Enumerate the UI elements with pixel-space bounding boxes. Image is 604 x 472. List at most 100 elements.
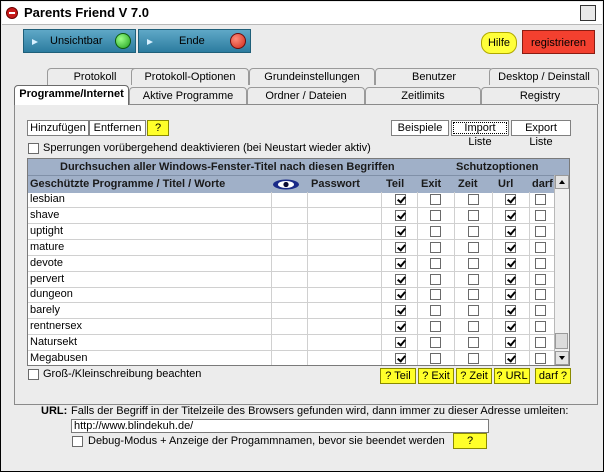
row-darf-checkbox[interactable] — [535, 257, 546, 269]
row-url-checkbox[interactable] — [505, 353, 516, 364]
debug-mode-checkbox[interactable] — [72, 436, 83, 447]
table-row[interactable]: devote — [28, 256, 569, 272]
row-darf-checkbox[interactable] — [535, 321, 546, 333]
row-darf-checkbox[interactable] — [535, 225, 546, 237]
help-url-button[interactable]: ? URL — [494, 368, 530, 384]
row-darf-checkbox[interactable] — [535, 241, 546, 253]
row-teil-checkbox[interactable] — [395, 225, 406, 237]
col-zeit[interactable]: Zeit — [458, 178, 478, 190]
tab-ordner-dateien[interactable]: Ordner / Dateien — [247, 87, 365, 104]
row-exit-checkbox[interactable] — [430, 305, 441, 317]
table-row[interactable]: dungeon — [28, 287, 569, 304]
row-teil-checkbox[interactable] — [395, 321, 406, 333]
col-name[interactable]: Geschützte Programme / Titel / Worte — [30, 178, 225, 190]
help-darf-button[interactable]: darf ? — [535, 368, 571, 384]
tab-grundeinstellungen[interactable]: Grundeinstellungen — [249, 68, 375, 85]
row-darf-checkbox[interactable] — [535, 209, 546, 221]
row-url-checkbox[interactable] — [505, 257, 516, 269]
row-url-checkbox[interactable] — [505, 337, 516, 349]
col-password[interactable]: Passwort — [311, 178, 360, 190]
row-zeit-checkbox[interactable] — [468, 257, 479, 269]
row-zeit-checkbox[interactable] — [468, 353, 479, 364]
row-teil-checkbox[interactable] — [395, 209, 406, 221]
deactivate-checkbox[interactable] — [28, 143, 39, 154]
table-row[interactable]: pervert — [28, 272, 569, 288]
row-darf-checkbox[interactable] — [535, 194, 546, 205]
register-button[interactable]: registrieren — [522, 30, 595, 54]
case-sensitive-checkbox[interactable] — [28, 369, 39, 380]
scroll-up-icon[interactable] — [555, 175, 569, 189]
examples-button[interactable]: Beispiele — [391, 120, 449, 136]
tab-desktop-deinstall[interactable]: Desktop / Deinstall — [489, 68, 599, 85]
row-teil-checkbox[interactable] — [395, 337, 406, 349]
row-url-checkbox[interactable] — [505, 225, 516, 237]
row-url-checkbox[interactable] — [505, 194, 516, 205]
tab-protokoll[interactable]: Protokoll — [47, 68, 143, 85]
col-url[interactable]: Url — [498, 178, 513, 190]
row-url-checkbox[interactable] — [505, 321, 516, 333]
col-teil[interactable]: Teil — [386, 178, 404, 190]
close-button[interactable] — [580, 5, 596, 21]
row-zeit-checkbox[interactable] — [468, 273, 479, 285]
row-darf-checkbox[interactable] — [535, 337, 546, 349]
tab-benutzer[interactable]: Benutzer — [375, 68, 493, 85]
import-list-button[interactable]: Import Liste — [451, 120, 509, 148]
col-exit[interactable]: Exit — [421, 178, 441, 190]
row-exit-checkbox[interactable] — [430, 273, 441, 285]
add-button[interactable]: Hinzufügen — [27, 120, 89, 136]
tab-protokoll-optionen[interactable]: Protokoll-Optionen — [131, 68, 249, 85]
row-exit-checkbox[interactable] — [430, 257, 441, 269]
export-list-button[interactable]: Export Liste — [511, 120, 571, 148]
list-help-button[interactable]: ? — [147, 120, 169, 136]
row-url-checkbox[interactable] — [505, 209, 516, 221]
row-zeit-checkbox[interactable] — [468, 337, 479, 349]
row-zeit-checkbox[interactable] — [468, 209, 479, 221]
redirect-url-field[interactable]: http://www.blindekuh.de/ — [71, 419, 489, 433]
row-teil-checkbox[interactable] — [395, 289, 406, 301]
scroll-down-icon[interactable] — [555, 351, 569, 365]
row-exit-checkbox[interactable] — [430, 241, 441, 253]
tab-zeitlimits[interactable]: Zeitlimits — [365, 87, 481, 104]
unsichtbar-button[interactable]: Unsichtbar — [23, 29, 136, 53]
table-row[interactable]: Megabusen — [28, 351, 569, 365]
ende-button[interactable]: Ende — [138, 29, 251, 53]
row-exit-checkbox[interactable] — [430, 194, 441, 205]
row-zeit-checkbox[interactable] — [468, 225, 479, 237]
col-darf[interactable]: darf — [532, 178, 553, 190]
table-row[interactable]: rentnersex — [28, 319, 569, 336]
debug-help-button[interactable]: ? — [453, 433, 487, 449]
row-exit-checkbox[interactable] — [430, 321, 441, 333]
table-row[interactable]: uptight — [28, 224, 569, 240]
row-teil-checkbox[interactable] — [395, 273, 406, 285]
row-zeit-checkbox[interactable] — [468, 321, 479, 333]
scroll-thumb[interactable] — [555, 333, 568, 349]
help-button[interactable]: Hilfe — [481, 32, 517, 54]
row-darf-checkbox[interactable] — [535, 273, 546, 285]
help-teil-button[interactable]: ? Teil — [380, 368, 416, 384]
row-zeit-checkbox[interactable] — [468, 305, 479, 317]
table-row[interactable]: barely — [28, 303, 569, 320]
row-zeit-checkbox[interactable] — [468, 289, 479, 301]
row-darf-checkbox[interactable] — [535, 305, 546, 317]
tab-registry[interactable]: Registry — [481, 87, 599, 104]
row-teil-checkbox[interactable] — [395, 305, 406, 317]
tab-programme-internet[interactable]: Programme/Internet — [14, 85, 129, 105]
row-url-checkbox[interactable] — [505, 241, 516, 253]
table-row[interactable]: lesbian — [28, 192, 569, 208]
row-exit-checkbox[interactable] — [430, 209, 441, 221]
row-darf-checkbox[interactable] — [535, 289, 546, 301]
row-zeit-checkbox[interactable] — [468, 241, 479, 253]
remove-button[interactable]: Entfernen — [89, 120, 146, 136]
row-darf-checkbox[interactable] — [535, 353, 546, 364]
row-exit-checkbox[interactable] — [430, 289, 441, 301]
row-exit-checkbox[interactable] — [430, 353, 441, 364]
table-row[interactable]: mature — [28, 240, 569, 256]
row-url-checkbox[interactable] — [505, 289, 516, 301]
row-url-checkbox[interactable] — [505, 273, 516, 285]
row-exit-checkbox[interactable] — [430, 337, 441, 349]
help-exit-button[interactable]: ? Exit — [418, 368, 454, 384]
row-zeit-checkbox[interactable] — [468, 194, 479, 205]
row-url-checkbox[interactable] — [505, 305, 516, 317]
grid-scrollbar[interactable] — [554, 175, 569, 365]
row-teil-checkbox[interactable] — [395, 241, 406, 253]
